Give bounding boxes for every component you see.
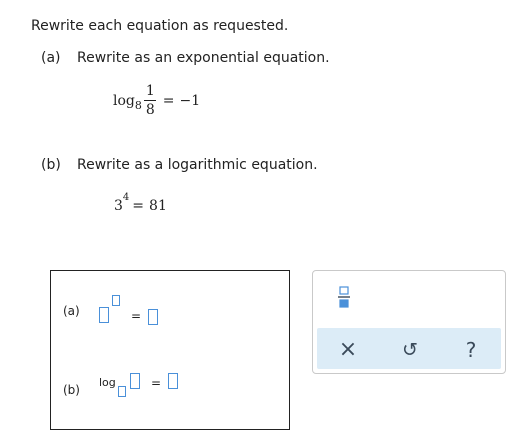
fraction-denominator: 8: [145, 102, 155, 118]
answer-a-label: (a): [63, 304, 80, 318]
part-b-prompt: Rewrite as a logarithmic equation.: [77, 157, 318, 173]
power-exponent: 4: [122, 192, 130, 203]
answer-b-log-text: log: [99, 376, 116, 389]
answer-box: (a) = (b) log =: [50, 270, 290, 430]
clear-button[interactable]: ×: [337, 339, 359, 361]
fraction-template-button[interactable]: [336, 285, 352, 309]
answer-b-argument-slot[interactable]: [130, 373, 140, 389]
fraction: 1 8: [144, 84, 157, 117]
log-base: 8: [134, 99, 142, 112]
answer-a-base-slot[interactable]: [99, 307, 109, 323]
help-icon: ?: [465, 338, 477, 362]
power-base: 3: [114, 198, 123, 214]
close-icon: ×: [338, 337, 358, 362]
part-a-label: (a): [41, 50, 61, 66]
answer-a-exponent-slot[interactable]: [112, 295, 120, 306]
undo-button[interactable]: ↺: [399, 339, 421, 361]
instructions-text: Rewrite each equation as requested.: [31, 18, 289, 34]
part-b-equation: 3 4 = 81: [114, 192, 167, 214]
log-text: log: [113, 92, 135, 109]
answer-b-equals: =: [151, 376, 162, 390]
help-button[interactable]: ?: [460, 339, 482, 361]
answer-b-label: (b): [63, 383, 80, 397]
answer-a-result-slot[interactable]: [148, 309, 158, 325]
fraction-template-icon: [338, 286, 350, 308]
rhs-value: 81: [149, 198, 167, 214]
answer-b-result-slot[interactable]: [168, 373, 178, 389]
part-a-equation: log 8 1 8 = −1: [113, 84, 200, 117]
equals-sign: =: [162, 92, 175, 109]
fraction-numerator: 1: [145, 83, 155, 99]
part-a-prompt: Rewrite as an exponential equation.: [77, 50, 330, 66]
part-b-label: (b): [41, 157, 61, 173]
equals-sign: =: [132, 198, 145, 214]
fraction-bar: [144, 100, 157, 101]
undo-icon: ↺: [402, 338, 418, 361]
answer-b-base-slot[interactable]: [118, 386, 126, 397]
answer-a-equals: =: [131, 309, 142, 323]
rhs-value: −1: [179, 92, 201, 109]
